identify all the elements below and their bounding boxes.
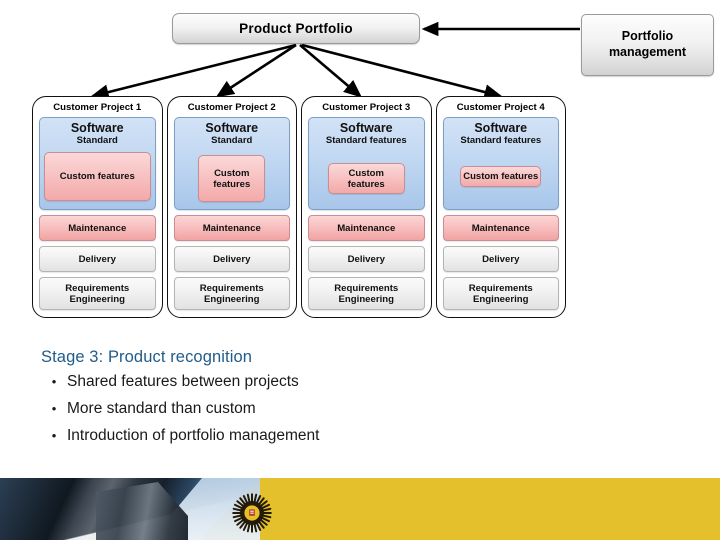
bullet-dot-icon: • (51, 401, 57, 416)
project-stack: Software Standard features Custom features… (308, 115, 425, 311)
bullet-item: • Shared features between projects (41, 368, 541, 395)
project-bar[interactable]: Delivery (308, 246, 425, 272)
software-subtitle: Standard features (460, 135, 542, 146)
project-bar[interactable]: Requirements Engineering (39, 277, 156, 310)
bullet-item: • Introduction of portfolio management (41, 422, 541, 449)
custom-features-box[interactable]: Custom features (198, 155, 266, 202)
project-bar[interactable]: Maintenance (39, 215, 156, 241)
software-box[interactable]: Software Standard features Custom features (442, 117, 559, 210)
connector-to-project-1 (90, 43, 297, 100)
project-bar[interactable]: Maintenance (308, 215, 425, 241)
customer-project-title: Customer Project 2 (187, 102, 276, 113)
software-subtitle: Standard (76, 135, 118, 146)
product-portfolio-label: Product Portfolio (239, 21, 353, 36)
custom-features-box[interactable]: Custom features (44, 152, 151, 201)
custom-features-box[interactable]: Custom features (460, 166, 542, 187)
bullet-dot-icon: • (51, 428, 57, 443)
customer-project-title: Customer Project 3 (322, 102, 411, 113)
customer-project-title: Customer Project 1 (53, 102, 142, 113)
software-box[interactable]: Software Standard Custom features (173, 117, 290, 210)
software-box[interactable]: Software Standard Custom features (39, 117, 156, 210)
customer-project-column[interactable]: Customer Project 3 Software Standard featu… (301, 96, 432, 318)
software-subtitle: Standard (211, 135, 253, 146)
bullet-text: Introduction of portfolio management (67, 427, 320, 444)
customer-project-title: Customer Project 4 (456, 102, 545, 113)
custom-features-box[interactable]: Custom features (327, 163, 405, 194)
footer-band (0, 478, 720, 540)
customer-project-column[interactable]: Customer Project 2 Software Standard Custom… (166, 96, 297, 318)
software-subtitle: Standard features (325, 135, 407, 146)
project-bar[interactable]: Maintenance (173, 215, 290, 241)
customer-project-column[interactable]: Customer Project 1 Software Standard Custom… (32, 96, 163, 318)
stage-text-block: Stage 3: Product recognition • Shared fea… (41, 346, 541, 449)
project-stack: Software Standard Custom features Maintenan… (173, 115, 290, 311)
software-title: Software (339, 121, 393, 135)
project-bar[interactable]: Delivery (39, 246, 156, 272)
bullet-text: More standard than custom (67, 400, 256, 417)
customer-project-column[interactable]: Customer Project 4 Software Standard featu… (435, 96, 566, 318)
connector-to-project-4 (301, 43, 503, 100)
software-title: Software (474, 121, 528, 135)
project-stack: Software Standard Custom features Maintenan… (39, 115, 156, 311)
stage-heading: Stage 3: Product recognition (41, 348, 253, 366)
project-bar[interactable]: Delivery (442, 246, 559, 272)
product-portfolio-box[interactable]: Product Portfolio (172, 13, 420, 44)
bullet-text: Shared features between projects (67, 373, 299, 390)
software-box[interactable]: Software Standard features Custom features (308, 117, 425, 210)
software-title: Software (205, 121, 259, 135)
project-bar[interactable]: Delivery (173, 246, 290, 272)
project-bar[interactable]: Maintenance (442, 215, 559, 241)
project-bar[interactable]: Requirements Engineering (308, 277, 425, 310)
project-bar[interactable]: Requirements Engineering (442, 277, 559, 310)
connector-to-project-3 (299, 44, 362, 98)
university-sun-emblem (232, 493, 272, 533)
software-title: Software (70, 121, 124, 135)
project-bar[interactable]: Requirements Engineering (173, 277, 290, 310)
portfolio-management-label: Portfolio management (608, 29, 687, 59)
connector-to-project-2 (215, 43, 297, 98)
bullet-item: • More standard than custom (41, 395, 541, 422)
customer-projects-row: Customer Project 1 Software Standard Custom… (32, 96, 566, 318)
slide-canvas: Product Portfolio Portfolio management C… (0, 0, 720, 540)
bullet-dot-icon: • (51, 374, 57, 389)
project-stack: Software Standard features Custom features… (442, 115, 559, 311)
bullet-list: • Shared features between projects • More s… (41, 368, 541, 449)
portfolio-management-box[interactable]: Portfolio management (581, 14, 714, 76)
